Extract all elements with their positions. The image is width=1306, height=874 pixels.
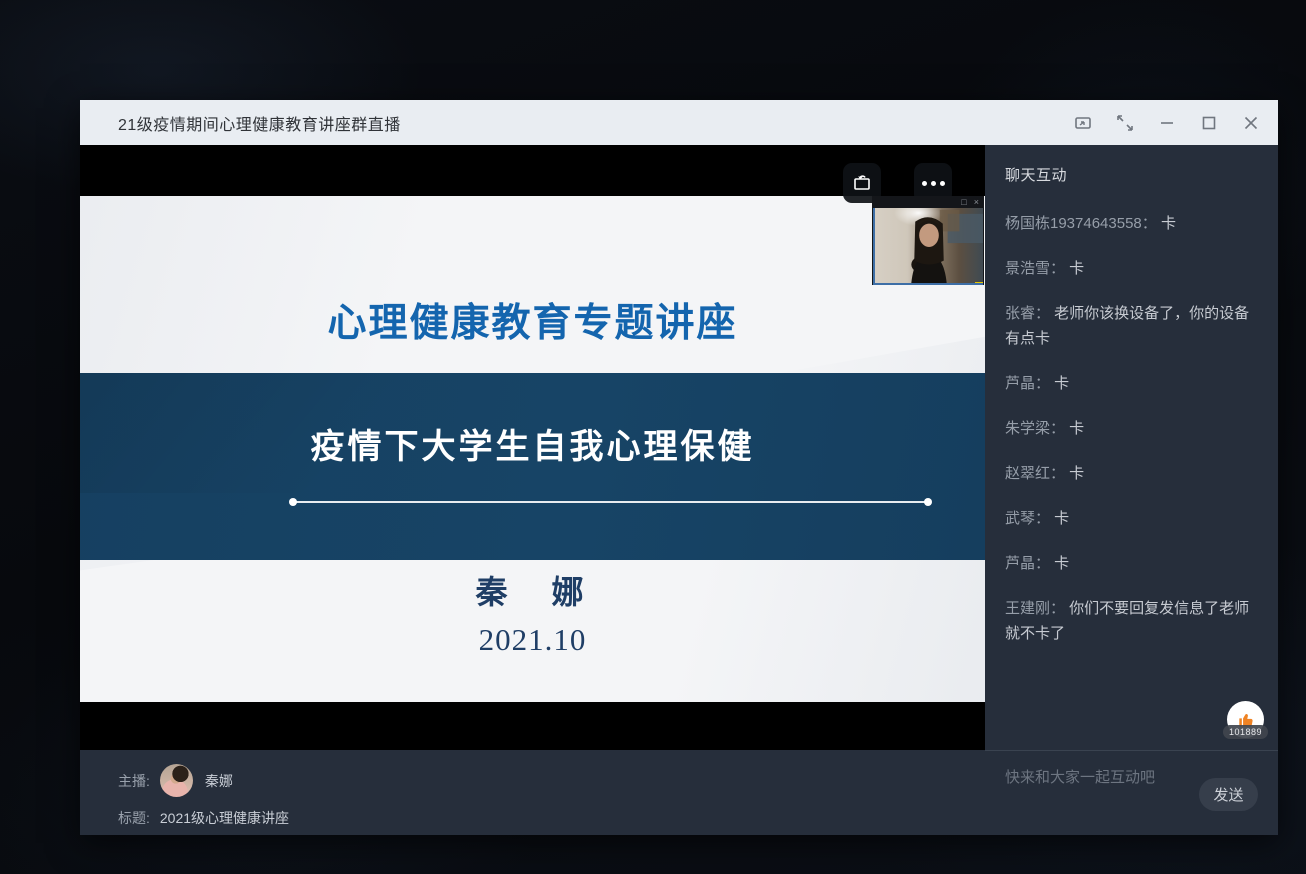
chat-panel: 聊天互动 杨国栋19374643558： 卡 景浩雪： 卡 张睿： 老师你该换设… <box>985 145 1278 835</box>
chat-username: 王建刚： <box>1005 600 1069 617</box>
slide-presenter-name: 秦 娜 <box>80 567 985 613</box>
like-button[interactable]: 101889 <box>1227 701 1265 743</box>
host-label: 主播: <box>118 771 150 791</box>
webcam-close-icon[interactable]: × <box>974 198 979 207</box>
chat-message: 赵翠红： 卡 <box>1005 461 1260 486</box>
webcam-video-feed <box>873 208 983 285</box>
chat-message: 朱学梁： 卡 <box>1005 416 1260 441</box>
chat-username: 赵翠红： <box>1005 465 1069 482</box>
chat-message: 王建刚： 你们不要回复发信息了老师就不卡了 <box>1005 596 1260 646</box>
popup-window-icon[interactable] <box>1066 106 1100 140</box>
chat-message: 武琴： 卡 <box>1005 506 1260 531</box>
chat-message: 景浩雪： 卡 <box>1005 256 1260 281</box>
close-icon[interactable] <box>1234 106 1268 140</box>
chat-message: 张睿： 老师你该换设备了，你的设备有点卡 <box>1005 301 1260 351</box>
chat-text: 卡 <box>1054 555 1069 572</box>
chat-message: 芦晶： 卡 <box>1005 551 1260 576</box>
send-button[interactable]: 发送 <box>1199 778 1258 811</box>
chat-input-area: 快来和大家一起互动吧 发送 <box>985 750 1278 835</box>
stream-title-label: 标题: <box>118 808 150 828</box>
chat-text: 卡 <box>1069 420 1084 437</box>
chat-username: 芦晶： <box>1005 555 1054 572</box>
live-stream-window: 21级疫情期间心理健康教育讲座群直播 <box>80 100 1278 835</box>
chat-text: 卡 <box>1069 465 1084 482</box>
webcam-window-controls: □ × <box>872 196 984 208</box>
minimize-icon[interactable] <box>1150 106 1184 140</box>
chat-input[interactable]: 快来和大家一起互动吧 <box>1005 766 1155 787</box>
banner-divider-line <box>293 501 928 503</box>
like-count-badge: 101889 <box>1223 725 1268 739</box>
fullscreen-icon[interactable] <box>1108 106 1142 140</box>
ellipsis-icon <box>922 181 945 186</box>
host-row: 主播: 秦娜 <box>118 764 985 797</box>
presenter-webcam-figure <box>875 208 983 283</box>
chat-username: 朱学梁： <box>1005 420 1069 437</box>
slide-title: 心理健康教育专题讲座 <box>80 292 985 348</box>
desktop-background: 21级疫情期间心理健康教育讲座群直播 <box>0 0 1306 874</box>
chat-message-list[interactable]: 杨国栋19374643558： 卡 景浩雪： 卡 张睿： 老师你该换设备了，你的… <box>1005 211 1260 646</box>
chat-username: 张睿： <box>1005 305 1054 322</box>
live-video-area: 心理健康教育专题讲座 疫情下大学生自我心理保健 秦 娜 2021.10 <box>80 145 985 835</box>
chat-header: 聊天互动 <box>985 145 1278 185</box>
stream-title: 2021级心理健康讲座 <box>160 808 289 828</box>
host-name: 秦娜 <box>205 771 233 791</box>
host-info-bar: 主播: 秦娜 标题: 2021级心理健康讲座 <box>80 750 985 835</box>
chat-username: 武琴： <box>1005 510 1054 527</box>
slide-banner: 疫情下大学生自我心理保健 <box>80 373 985 560</box>
chat-message: 芦晶： 卡 <box>1005 371 1260 396</box>
presentation-slide: 心理健康教育专题讲座 疫情下大学生自我心理保健 秦 娜 2021.10 <box>80 196 985 702</box>
slide-subtitle: 疫情下大学生自我心理保健 <box>80 419 985 468</box>
host-avatar <box>160 764 193 797</box>
chat-text: 卡 <box>1161 215 1176 232</box>
chat-text: 卡 <box>1069 260 1084 277</box>
webcam-maximize-icon[interactable]: □ <box>961 198 966 207</box>
chat-username: 杨国栋19374643558： <box>1005 215 1161 232</box>
chat-text: 卡 <box>1054 510 1069 527</box>
chat-username: 景浩雪： <box>1005 260 1069 277</box>
stream-title-row: 标题: 2021级心理健康讲座 <box>118 801 985 834</box>
chat-text: 卡 <box>1054 375 1069 392</box>
chat-message: 杨国栋19374643558： 卡 <box>1005 211 1260 236</box>
video-letterbox <box>80 702 985 750</box>
slide-date: 2021.10 <box>80 622 985 658</box>
webcam-overlay-window[interactable]: □ × <box>872 196 984 285</box>
window-controls <box>1066 100 1268 145</box>
maximize-icon[interactable] <box>1192 106 1226 140</box>
chat-username: 芦晶： <box>1005 375 1054 392</box>
window-title: 21级疫情期间心理健康教育讲座群直播 <box>118 111 401 135</box>
window-titlebar[interactable]: 21级疫情期间心理健康教育讲座群直播 <box>80 100 1278 145</box>
